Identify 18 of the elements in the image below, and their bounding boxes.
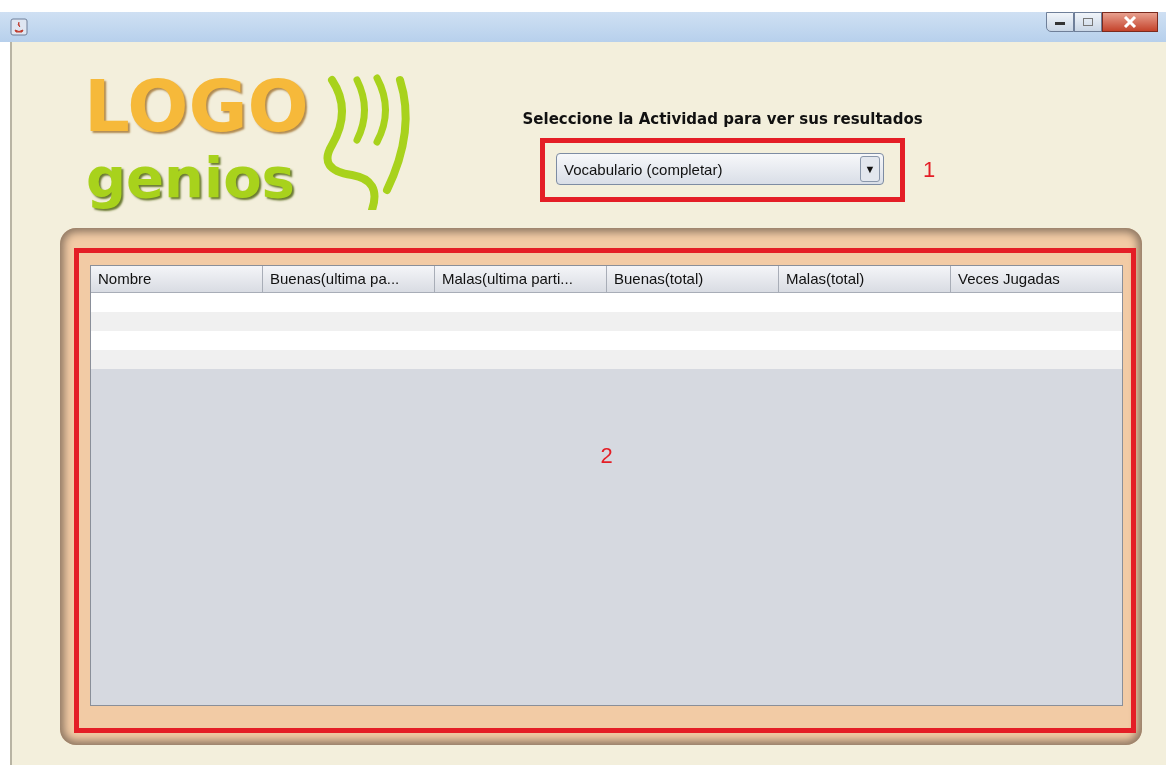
column-header[interactable]: Malas(total) [779,266,951,292]
annotation-number: 2 [600,443,613,469]
minimize-icon [1054,19,1066,25]
prompt-label: Seleccione la Actividad para ver sus resultados [522,110,923,128]
maximize-button[interactable] [1074,12,1102,32]
app-icon [10,18,28,36]
column-header[interactable]: Nombre [91,266,263,292]
column-header[interactable]: Buenas(total) [607,266,779,292]
maximize-icon [1082,17,1094,27]
logo-drawing: LOGO genios [80,70,440,220]
column-header[interactable]: Malas(ultima parti... [435,266,607,292]
column-header[interactable]: Veces Jugadas [951,266,1122,292]
close-button[interactable] [1102,12,1158,32]
activity-dropdown[interactable]: Vocabulario (completar) ▼ [556,153,884,185]
minimize-button[interactable] [1046,12,1074,32]
column-header[interactable]: Buenas(ultima pa... [263,266,435,292]
annotation-number: 1 [923,157,936,183]
close-icon [1123,16,1137,28]
